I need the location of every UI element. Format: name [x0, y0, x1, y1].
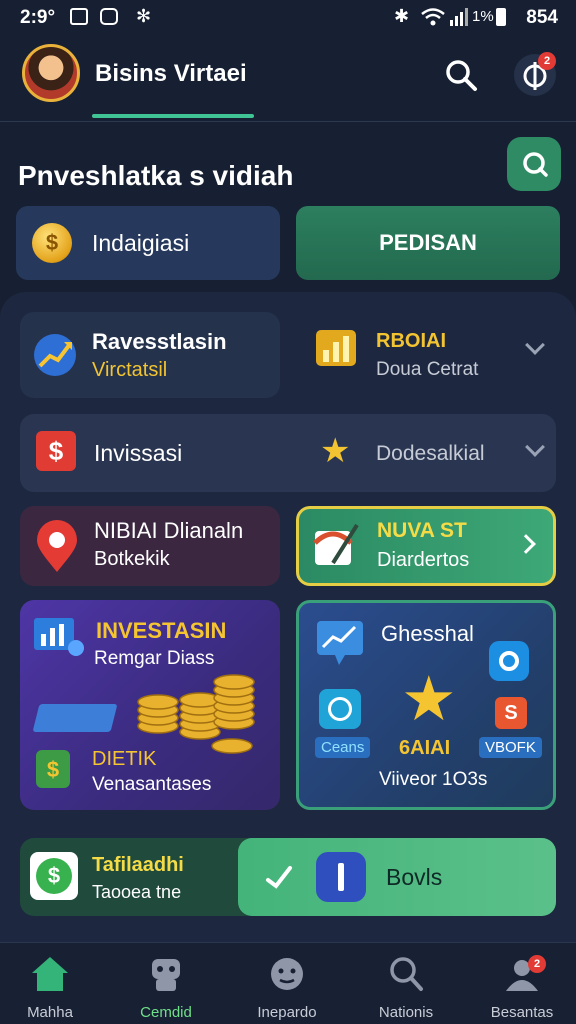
search-icon[interactable] [444, 58, 478, 92]
ghesshal-caption: Viiveor 1O3s [379, 769, 488, 790]
star-icon: ★ [401, 665, 457, 734]
highlight-subtitle: Diardertos [377, 549, 470, 571]
investment-title: Ravesstlasin [92, 328, 227, 354]
investment-card[interactable]: Ravesstlasin Virctatsil [20, 312, 280, 398]
header-divider [0, 121, 576, 122]
ghesshal-promo-card[interactable]: Ghesshal ★ S Ceans 6AIAI VBOFK Viiveor 1… [296, 600, 556, 810]
coin-stack-icon [137, 674, 255, 754]
nav-item-profile[interactable]: 2 Besantas [472, 955, 572, 1021]
avatar[interactable] [22, 44, 80, 102]
invissasi-label: Invissasi [94, 440, 183, 466]
dietik-title: DIETIK [92, 748, 157, 770]
status-bar: 2:9° ✻ ✱ 1% 854 [0, 0, 576, 36]
star-icon: ★ [320, 432, 351, 470]
nav-label-home: Mahha [27, 1004, 73, 1021]
investment-subtitle: Virctatsil [92, 358, 168, 381]
ghesshal-title: Ghesshal [381, 621, 474, 646]
face-icon [271, 958, 303, 990]
notification-badge: 2 [538, 52, 556, 70]
vibrate-icon: ✻ [136, 6, 152, 26]
alert-card[interactable]: NIBIAI Dlianaln Botkekik [20, 506, 280, 586]
screen-icon [70, 8, 88, 25]
nav-label-profile: Besantas [490, 1004, 554, 1021]
signal-icon [450, 8, 468, 26]
record-icon [100, 8, 118, 25]
investasin-title: INVESTASIN [96, 618, 227, 643]
search-icon [523, 152, 548, 177]
chart-growth-icon [34, 334, 76, 376]
header-active-indicator [92, 114, 254, 118]
alert-title: NIBIAI Dlianaln [94, 518, 244, 543]
tafilaadhi-title: Tafilaadhi [92, 854, 184, 876]
check-icon [266, 866, 292, 889]
notification-button[interactable]: 2 [514, 52, 556, 96]
rboiai-title: RBOIAI [376, 330, 446, 352]
alert-subtitle: Botkekik [94, 548, 170, 570]
app-title: Bisins Virtaei [95, 60, 247, 87]
status-time: 2:9° [20, 7, 56, 28]
nav-label-search: Nationis [378, 1004, 434, 1021]
ceans-chip: Ceans [315, 737, 371, 758]
chevron-right-icon [516, 534, 536, 554]
house-edit-icon [313, 523, 359, 565]
section-title: Pnveshlatka s vidiah [18, 160, 294, 191]
refresh-icon [489, 641, 529, 681]
wifi-icon [421, 8, 445, 26]
share-icon: S [495, 697, 527, 729]
nav-item-cemdid[interactable]: Cemdid [116, 955, 216, 1021]
status-right-text: 854 [526, 7, 558, 28]
investasin-promo-card[interactable]: INVESTASIN Remgar Diass $ DIETIK Venasan… [20, 600, 280, 810]
6aiai-label: 6AIAI [399, 737, 451, 759]
dollar-icon: $ [36, 431, 76, 471]
bluetooth-icon: ✱ [394, 6, 410, 26]
rboiai-subtitle: Doua Cetrat [376, 359, 479, 380]
bovls-button[interactable]: Bovls [238, 838, 556, 916]
robot-icon [152, 959, 180, 991]
card-icon [32, 704, 118, 732]
money-chat-icon: $ [30, 852, 78, 900]
nav-item-search[interactable]: Nationis [356, 955, 456, 1021]
tafilaadhi-subtitle: Taooea tne [92, 882, 182, 902]
nav-label-inepardo: Inepardo [257, 1004, 317, 1021]
bovls-label: Bovls [386, 864, 443, 890]
investasin-subtitle: Remgar Diass [94, 648, 215, 669]
clock-icon [319, 689, 361, 729]
profile-badge: 2 [528, 955, 546, 973]
search-fab-button[interactable] [507, 137, 561, 191]
nav-item-inepardo[interactable]: Inepardo [237, 955, 337, 1021]
money-bag-icon: $ [36, 750, 70, 788]
battery-percent: 1% [472, 8, 494, 25]
indaigiasi-label: Indaigiasi [92, 229, 190, 256]
tools-icon [316, 852, 366, 902]
vbofk-chip: VBOFK [479, 737, 542, 758]
location-pin-icon [37, 520, 77, 572]
analytics-icon [317, 621, 363, 665]
coin-icon: $ [32, 223, 72, 263]
highlight-title: NUVA ST [377, 519, 467, 542]
nav-item-home[interactable]: Mahha [0, 955, 100, 1021]
nav-label-cemdid: Cemdid [140, 1004, 192, 1021]
monitor-chart-icon [34, 618, 84, 656]
indaigiasi-button[interactable]: $ Indaigiasi [16, 206, 280, 280]
bar-chart-icon [316, 330, 356, 366]
dodesalkial-label: Dodesalkial [376, 442, 485, 465]
battery-icon [496, 8, 506, 26]
pedisan-button[interactable]: PEDISAN [296, 206, 560, 280]
search-icon [390, 957, 423, 991]
dietik-subtitle: Venasantases [92, 774, 212, 795]
highlight-card[interactable]: NUVA ST Diardertos [296, 506, 556, 586]
home-icon [32, 957, 68, 991]
